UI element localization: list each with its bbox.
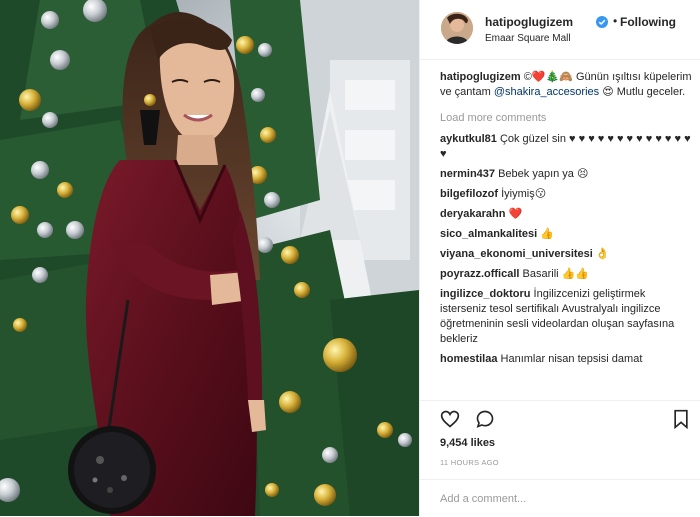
following-button[interactable]: Following (620, 15, 676, 29)
caption-text-end: 😍 Mutlu geceler. (602, 86, 686, 98)
comment-text: Hanımlar nisan tepsisi damat (500, 353, 643, 365)
comment-row: nermin437 Bebek yapın ya 😣 (440, 167, 692, 182)
instagram-post: hatipoglugizem • Following Emaar Square … (0, 0, 700, 516)
comment-username[interactable]: homestilaa (440, 353, 497, 365)
heart-icon[interactable] (440, 409, 460, 429)
comment-text: 👌 (595, 248, 610, 260)
comment-username[interactable]: aykutkul81 (440, 133, 497, 145)
post-sidebar: hatipoglugizem • Following Emaar Square … (419, 0, 700, 516)
caption: hatipoglugizem ©❤️🎄🙈 Günün ışıltısı küpe… (440, 70, 692, 100)
comment-row: ingilizce_doktoru İngilizcenizi geliştir… (440, 287, 692, 347)
comments-list: hatipoglugizem ©❤️🎄🙈 Günün ışıltısı küpe… (440, 70, 692, 400)
caption-mention-link[interactable]: @shakira_accesories (494, 86, 599, 98)
avatar[interactable] (441, 12, 473, 44)
add-comment-bar (420, 479, 700, 517)
comment-username[interactable]: ingilizce_doktoru (440, 288, 530, 300)
comment-username[interactable]: viyana_ekonomi_universitesi (440, 248, 593, 260)
comment-username[interactable]: deryakarahn (440, 208, 505, 220)
comment-text: İyiymiş😗 (501, 188, 547, 200)
header-separator: • (613, 14, 618, 28)
verified-badge-icon (596, 15, 608, 28)
comment-text: Basarili 👍👍 (522, 268, 590, 280)
bookmark-icon[interactable] (671, 409, 691, 430)
username-link[interactable]: hatipoglugizem (485, 15, 573, 29)
post-photo[interactable] (0, 0, 419, 516)
load-more-comments-button[interactable]: Load more comments (440, 111, 692, 126)
likes-count[interactable]: 9,454 likes (440, 437, 495, 449)
caption-username[interactable]: hatipoglugizem (440, 71, 521, 83)
post-header: hatipoglugizem • Following Emaar Square … (420, 0, 700, 60)
post-photo-image (0, 0, 419, 516)
comment-text: ❤️ (508, 208, 523, 220)
comment-text: Bebek yapın ya 😣 (498, 168, 589, 180)
comment-row: sico_almankalitesi 👍 (440, 227, 692, 242)
comment-row: poyrazz.officall Basarili 👍👍 (440, 267, 692, 282)
comment-bubble-icon[interactable] (475, 409, 495, 429)
comment-row: homestilaa Hanımlar nisan tepsisi damat (440, 352, 692, 367)
post-timestamp[interactable]: 11 HOURS AGO (440, 458, 499, 467)
location-link[interactable]: Emaar Square Mall (485, 33, 571, 44)
comment-row: aykutkul81 Çok güzel sin ♥ ♥ ♥ ♥ ♥ ♥ ♥ ♥… (440, 132, 692, 162)
comment-row: bilgefilozof İyiymiş😗 (440, 187, 692, 202)
comment-username[interactable]: poyrazz.officall (440, 268, 519, 280)
add-comment-input[interactable] (440, 490, 680, 508)
post-actions: 9,454 likes 11 HOURS AGO (420, 400, 700, 516)
comment-username[interactable]: nermin437 (440, 168, 495, 180)
comment-text: 👍 (540, 228, 554, 240)
comment-username[interactable]: sico_almankalitesi (440, 228, 537, 240)
comment-row: viyana_ekonomi_universitesi 👌 (440, 247, 692, 262)
comment-row: deryakarahn ❤️ (440, 207, 692, 222)
comment-username[interactable]: bilgefilozof (440, 188, 498, 200)
